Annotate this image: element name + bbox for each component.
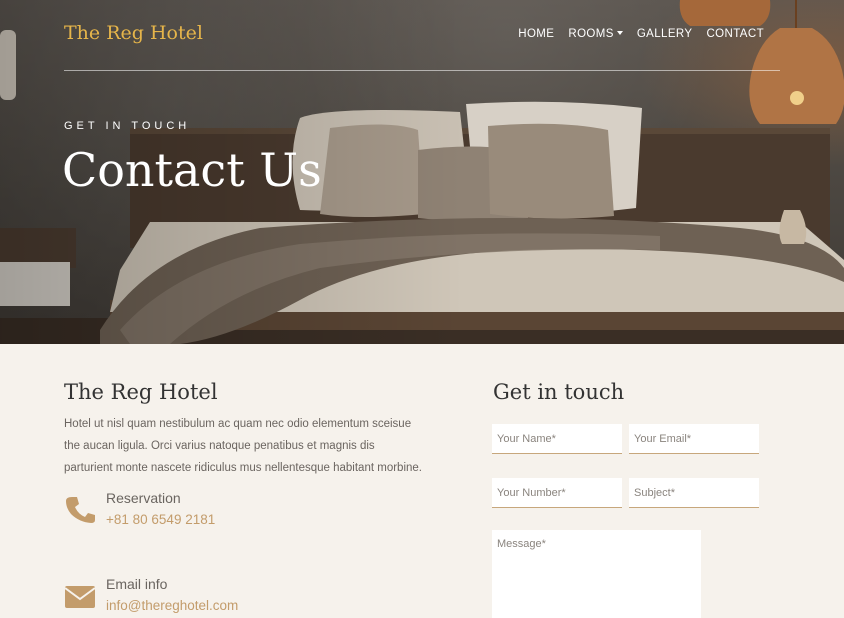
- hero-eyebrow: GET IN TOUCH: [64, 120, 191, 132]
- contact-section: The Reg Hotel Hotel ut nisl quam nestibu…: [0, 344, 844, 618]
- nav-contact[interactable]: CONTACT: [706, 28, 764, 40]
- message-field[interactable]: [492, 530, 701, 618]
- nav-rooms-label: ROOMS: [568, 28, 614, 40]
- nav-contact-label: CONTACT: [706, 28, 764, 40]
- form-title: Get in touch: [493, 380, 625, 404]
- number-field[interactable]: [492, 478, 622, 508]
- phone-icon: [66, 497, 95, 523]
- reservation-label: Reservation: [106, 490, 181, 506]
- nav-divider: [64, 70, 780, 71]
- reservation-phone[interactable]: +81 80 6549 2181: [106, 512, 215, 527]
- main-nav: HOME ROOMS GALLERY CONTACT: [518, 28, 764, 40]
- envelope-icon: [64, 586, 96, 608]
- hero-section: The Reg Hotel HOME ROOMS GALLERY CONTACT…: [0, 0, 844, 344]
- name-field[interactable]: [492, 424, 622, 454]
- brand-logo[interactable]: The Reg Hotel: [64, 22, 203, 44]
- page-title: Contact Us: [62, 143, 322, 197]
- chevron-down-icon: [616, 31, 623, 35]
- nav-rooms[interactable]: ROOMS: [568, 28, 623, 40]
- nav-home-label: HOME: [518, 28, 555, 40]
- email-field[interactable]: [629, 424, 759, 454]
- nav-gallery-label: GALLERY: [636, 28, 693, 40]
- nav-gallery[interactable]: GALLERY: [637, 28, 693, 40]
- subject-field[interactable]: [629, 478, 759, 508]
- about-title: The Reg Hotel: [64, 380, 218, 404]
- about-description: Hotel ut nisl quam nestibulum ac quam ne…: [64, 418, 422, 474]
- nav-home[interactable]: HOME: [518, 28, 554, 40]
- email-label: Email info: [106, 576, 168, 592]
- email-address[interactable]: info@thereghotel.com: [106, 598, 238, 613]
